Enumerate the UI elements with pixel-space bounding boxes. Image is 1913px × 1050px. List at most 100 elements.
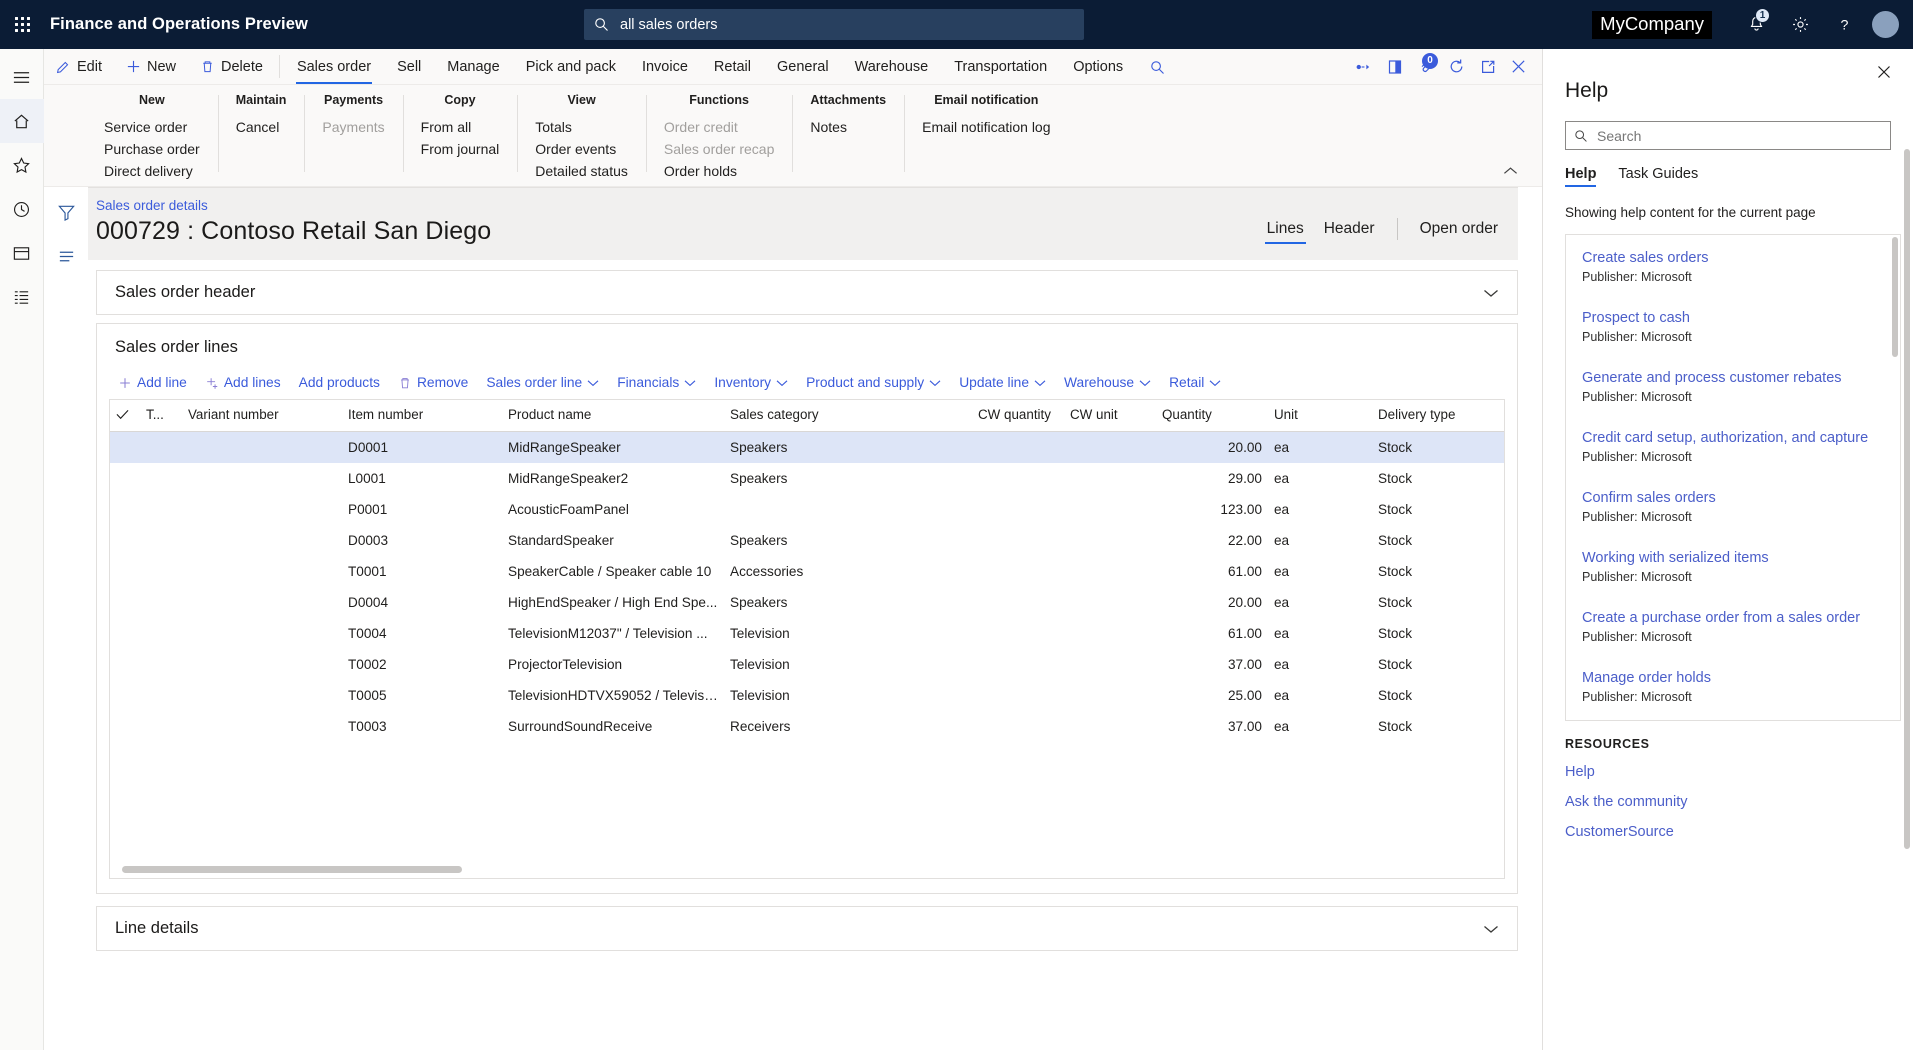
tab-header[interactable]: Header [1314, 216, 1385, 242]
ribbon-item-from-all[interactable]: From all [421, 116, 500, 138]
new-button[interactable]: New [114, 49, 188, 84]
tab-sell[interactable]: Sell [384, 49, 434, 84]
table-row[interactable]: T0002 ProjectorTelevision Television 37.… [110, 649, 1504, 680]
global-search[interactable] [584, 9, 1084, 40]
column-header-t[interactable]: T... [140, 400, 182, 432]
grid-scroll-thumb[interactable] [122, 866, 462, 873]
table-row[interactable]: P0001 AcousticFoamPanel 123.00 ea Stock [110, 494, 1504, 525]
gear-icon[interactable] [1778, 0, 1822, 49]
ribbon-item-order-events[interactable]: Order events [535, 138, 628, 160]
table-row[interactable]: T0004 TelevisionM12037" / Television ...… [110, 618, 1504, 649]
column-header-delivery-type[interactable]: Delivery type [1372, 400, 1504, 432]
resource-link-customersource[interactable]: CustomerSource [1565, 817, 1891, 847]
cell-item-number[interactable]: T0003 [342, 711, 502, 742]
ribbon-item-cancel[interactable]: Cancel [236, 116, 287, 138]
tab-lines[interactable]: Lines [1257, 216, 1314, 244]
help-link[interactable]: Create a purchase order from a sales ord… [1582, 609, 1884, 627]
chevron-up-icon[interactable] [1498, 160, 1522, 182]
cell-item-number[interactable]: T0001 [342, 556, 502, 587]
ribbon-item-notes[interactable]: Notes [810, 116, 886, 138]
add-line-button[interactable]: Add line [109, 370, 196, 395]
column-header-unit[interactable]: Unit [1268, 400, 1372, 432]
cell-unit[interactable]: ea [1268, 618, 1372, 649]
ribbon-item-service-order[interactable]: Service order [104, 116, 200, 138]
help-link[interactable]: Working with serialized items [1582, 549, 1884, 567]
cell-quantity[interactable]: 37.00 [1156, 711, 1268, 742]
open-order-button[interactable]: Open order [1410, 216, 1508, 242]
help-list-scroll-thumb[interactable] [1892, 237, 1898, 357]
cell-unit[interactable]: ea [1268, 711, 1372, 742]
cell-item-number[interactable]: T0002 [342, 649, 502, 680]
ribbon-item-detailed-status[interactable]: Detailed status [535, 160, 628, 182]
add-products-button[interactable]: Add products [290, 370, 389, 395]
row-select[interactable] [110, 680, 140, 711]
cell-quantity[interactable]: 37.00 [1156, 649, 1268, 680]
cell-item-number[interactable]: T0005 [342, 680, 502, 711]
tab-invoice[interactable]: Invoice [629, 49, 701, 84]
ribbon-item-order-holds[interactable]: Order holds [664, 160, 775, 182]
home-icon[interactable] [0, 99, 44, 143]
add-lines-button[interactable]: Add lines [196, 370, 290, 395]
cell-quantity[interactable]: 20.00 [1156, 587, 1268, 618]
column-header-item-number[interactable]: Item number [342, 400, 502, 432]
cell-quantity[interactable]: 29.00 [1156, 463, 1268, 494]
cell-unit[interactable]: ea [1268, 432, 1372, 464]
cell-unit[interactable]: ea [1268, 525, 1372, 556]
product-and-supply-menu[interactable]: Product and supply [797, 370, 950, 395]
cell-sales-category[interactable]: Receivers [724, 711, 972, 742]
cell-unit[interactable]: ea [1268, 680, 1372, 711]
table-row[interactable]: T0001 SpeakerCable / Speaker cable 10 Ac… [110, 556, 1504, 587]
help-tab-task-guides[interactable]: Task Guides [1618, 166, 1698, 187]
chevron-down-icon[interactable] [1483, 288, 1499, 298]
tab-retail[interactable]: Retail [701, 49, 764, 84]
cell-item-number[interactable]: T0004 [342, 618, 502, 649]
cell-item-number[interactable]: D0001 [342, 432, 502, 464]
help-list-scrollbar[interactable] [1892, 237, 1898, 718]
app-launcher-icon[interactable] [0, 0, 44, 49]
close-icon[interactable] [1871, 59, 1897, 85]
tab-warehouse[interactable]: Warehouse [842, 49, 942, 84]
help-link[interactable]: Manage order holds [1582, 669, 1884, 687]
row-select[interactable] [110, 556, 140, 587]
tab-sales-order[interactable]: Sales order [284, 49, 384, 84]
help-link[interactable]: Create sales orders [1582, 249, 1884, 267]
attachments-icon[interactable]: 0 [1410, 49, 1441, 85]
open-in-new-window-icon[interactable] [1472, 49, 1503, 85]
tab-options[interactable]: Options [1060, 49, 1136, 84]
global-search-input[interactable] [618, 15, 1074, 34]
cell-quantity[interactable]: 61.00 [1156, 618, 1268, 649]
table-row[interactable]: L0001 MidRangeSpeaker2 Speakers 29.00 ea… [110, 463, 1504, 494]
warehouse-menu[interactable]: Warehouse [1055, 370, 1160, 395]
cell-sales-category[interactable]: Accessories [724, 556, 972, 587]
tab-manage[interactable]: Manage [434, 49, 512, 84]
relations-icon[interactable] [1348, 49, 1379, 85]
grid-horizontal-scrollbar[interactable] [110, 862, 1504, 878]
refresh-icon[interactable] [1441, 49, 1472, 85]
update-line-menu[interactable]: Update line [950, 370, 1055, 395]
delete-button[interactable]: Delete [188, 49, 275, 84]
cell-quantity[interactable]: 61.00 [1156, 556, 1268, 587]
select-all-header[interactable] [110, 400, 140, 432]
clock-icon[interactable] [0, 187, 44, 231]
avatar[interactable] [1872, 11, 1899, 38]
cell-quantity[interactable]: 123.00 [1156, 494, 1268, 525]
help-tab-help[interactable]: Help [1565, 166, 1597, 187]
cell-sales-category[interactable]: Speakers [724, 525, 972, 556]
cell-quantity[interactable]: 22.00 [1156, 525, 1268, 556]
ribbon-item-from-journal[interactable]: From journal [421, 138, 500, 160]
fasttab-sales-order-header[interactable]: Sales order header [96, 270, 1518, 315]
table-row[interactable]: D0001 MidRangeSpeaker Speakers 20.00 ea … [110, 431, 1504, 464]
table-row[interactable]: D0003 StandardSpeaker Speakers 22.00 ea … [110, 525, 1504, 556]
row-select[interactable] [110, 711, 140, 742]
edit-button[interactable]: Edit [44, 49, 114, 84]
table-row[interactable]: T0005 TelevisionHDTVX59052 / Televisi...… [110, 680, 1504, 711]
cell-unit[interactable]: ea [1268, 556, 1372, 587]
hamburger-icon[interactable] [0, 55, 44, 99]
tab-transportation[interactable]: Transportation [941, 49, 1060, 84]
column-header-quantity[interactable]: Quantity [1156, 400, 1268, 432]
chevron-down-icon[interactable] [1483, 924, 1499, 934]
cell-sales-category[interactable] [724, 494, 972, 525]
sales-order-line-menu[interactable]: Sales order line [477, 370, 608, 395]
tab-pick-and-pack[interactable]: Pick and pack [513, 49, 629, 84]
workspace-icon[interactable] [0, 231, 44, 275]
